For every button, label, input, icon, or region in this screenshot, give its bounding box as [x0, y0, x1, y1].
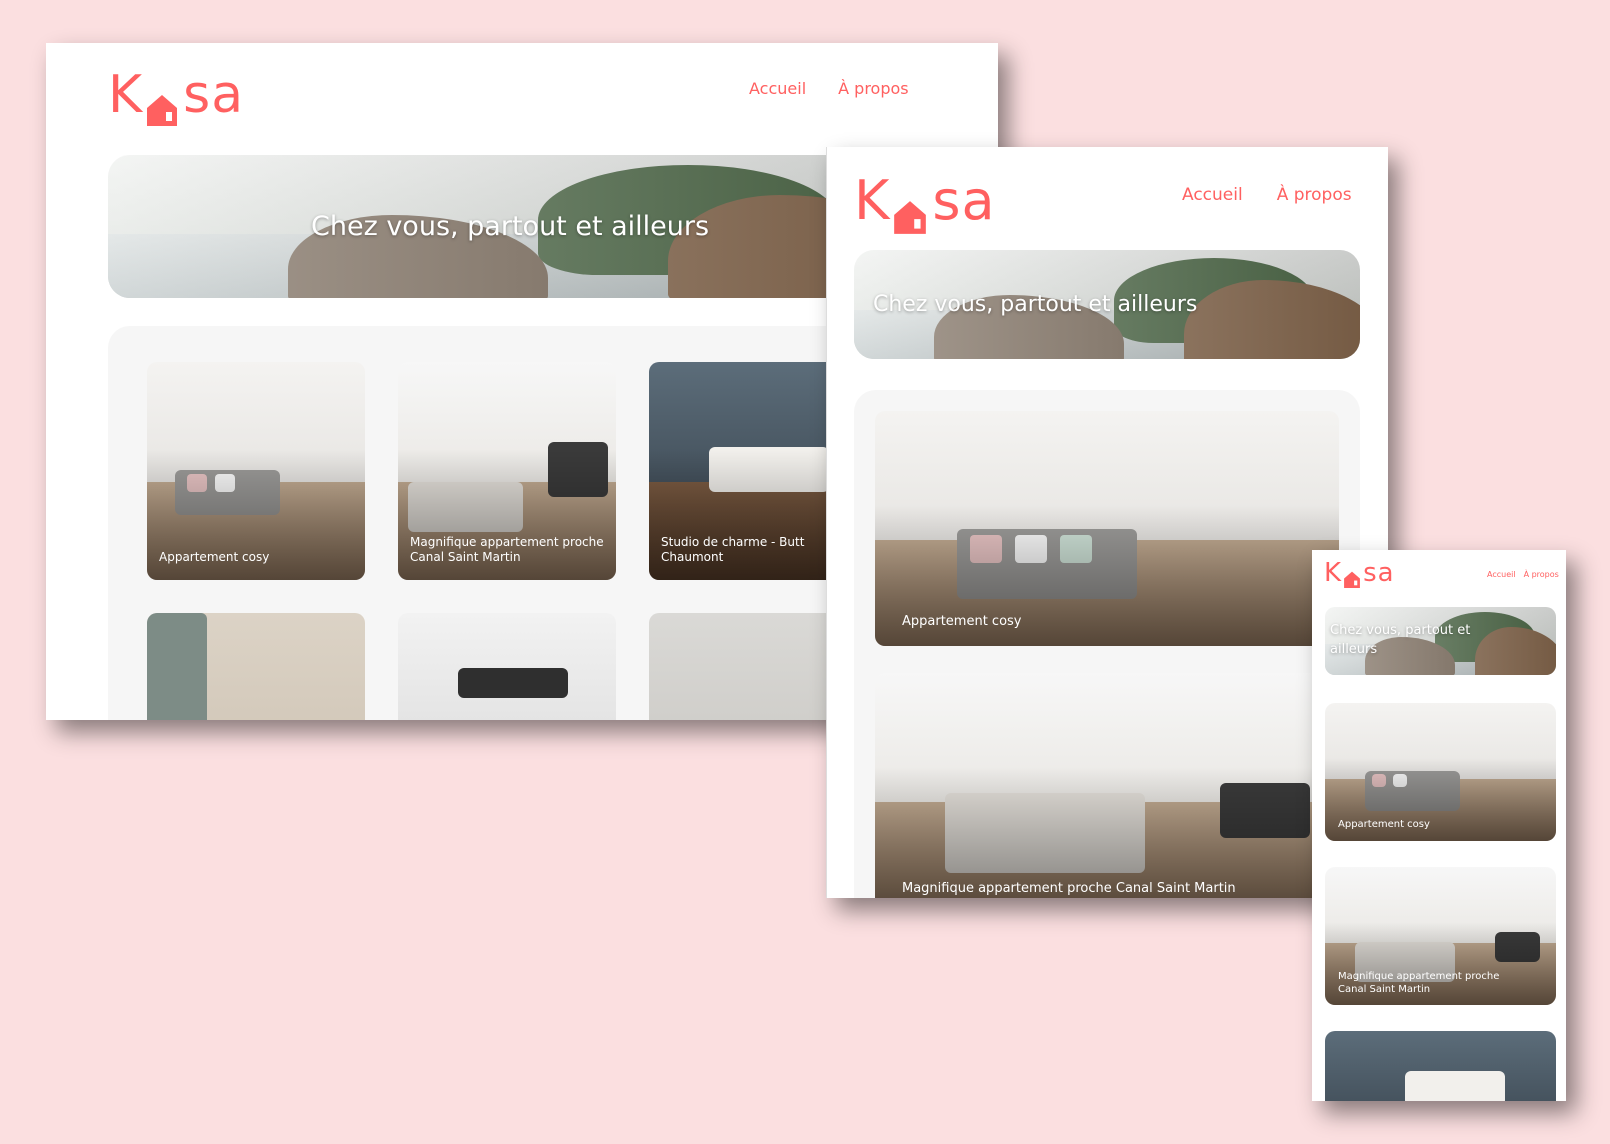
house-icon — [1343, 566, 1361, 588]
nav-link-a-propos[interactable]: À propos — [1524, 570, 1559, 579]
nav-link-accueil[interactable]: Accueil — [1487, 570, 1516, 579]
listing-card[interactable]: Magnifique appartement proche Canal Sain… — [875, 673, 1339, 898]
listing-card-title: Appartement cosy — [902, 614, 1022, 630]
listing-card-title: Magnifique appartement proche Canal Saint… — [410, 534, 604, 565]
logo-letter-k: K — [854, 169, 891, 232]
house-icon — [892, 186, 928, 234]
listing-card[interactable]: Magnifique appartement proche Canal Saint… — [1325, 867, 1556, 1005]
main-nav: Accueil À propos — [749, 79, 909, 98]
listing-gallery: Appartement cosy Magnifique appartement … — [854, 390, 1360, 898]
nav-link-a-propos[interactable]: À propos — [838, 79, 908, 98]
tablet-frame: K sa Accueil À propos Chez vous, partout… — [826, 147, 1388, 898]
listing-card-title: Magnifique appartement proche Canal Sain… — [902, 881, 1236, 897]
hero-banner: Chez vous, partout et ailleurs — [1325, 607, 1556, 675]
hero-banner: Chez vous, partout et ailleurs — [108, 155, 938, 298]
hero-title: Chez vous, partout et ailleurs — [311, 211, 710, 242]
listing-card[interactable] — [1325, 1031, 1556, 1101]
listing-card-title: Appartement cosy — [1338, 819, 1430, 830]
hero-title: Chez vous, partout et ailleurs — [1330, 623, 1471, 657]
logo[interactable]: K sa — [108, 65, 245, 126]
hero-title: Chez vous, partout et ailleurs — [873, 292, 1198, 317]
logo[interactable]: K sa — [854, 169, 996, 234]
listing-card[interactable] — [398, 613, 616, 720]
logo-letter-k: K — [1324, 558, 1343, 588]
main-nav: Accueil À propos — [1487, 570, 1559, 579]
listing-card[interactable]: Appartement cosy — [1325, 703, 1556, 841]
mobile-frame: K sa Accueil À propos Chez vous, partout… — [1312, 550, 1566, 1101]
nav-link-accueil[interactable]: Accueil — [1182, 185, 1243, 205]
hero-banner: Chez vous, partout et ailleurs — [854, 250, 1360, 359]
nav-link-a-propos[interactable]: À propos — [1277, 185, 1352, 205]
listing-card-title: Studio de charme - Butt Chaumont — [661, 534, 805, 565]
house-icon — [145, 81, 179, 126]
listing-card[interactable]: Magnifique appartement proche Canal Saint… — [398, 362, 616, 580]
main-nav: Accueil À propos — [1182, 185, 1352, 205]
logo-letters-sa: sa — [183, 65, 245, 125]
nav-link-accueil[interactable]: Accueil — [749, 79, 806, 98]
listing-card[interactable] — [147, 613, 365, 720]
listing-card[interactable]: Appartement cosy — [147, 362, 365, 580]
logo-letters-sa: sa — [1363, 558, 1395, 588]
logo[interactable]: K sa — [1324, 558, 1395, 588]
listing-card[interactable]: Appartement cosy — [875, 411, 1339, 646]
logo-letter-k: K — [108, 65, 144, 125]
listing-card-title: Magnifique appartement proche Canal Saint… — [1338, 971, 1500, 995]
logo-letters-sa: sa — [932, 169, 996, 232]
listing-card-title: Appartement cosy — [159, 550, 270, 565]
